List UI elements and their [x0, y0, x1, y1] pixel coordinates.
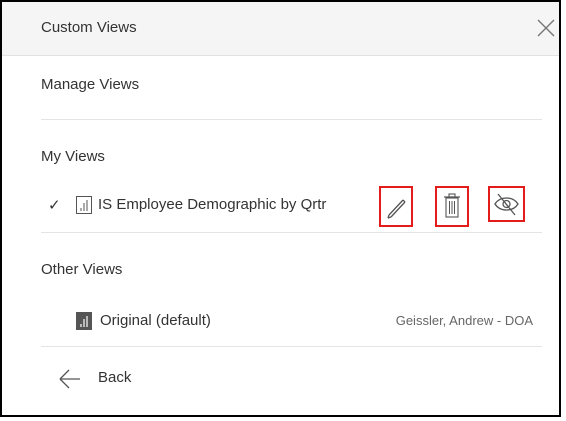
manage-views-label[interactable]: Manage Views — [41, 76, 139, 93]
back-label: Back — [98, 369, 132, 386]
dialog-header: Custom Views — [2, 2, 559, 56]
checkmark-icon: ✓ — [48, 197, 61, 214]
edit-pencil-icon — [387, 199, 406, 219]
other-view-name[interactable]: Original (default) — [100, 312, 211, 329]
close-icon[interactable] — [535, 17, 557, 39]
my-view-name[interactable]: IS Employee Demographic by Qrtr — [98, 196, 326, 213]
back-button[interactable]: Back — [58, 367, 131, 391]
custom-views-dialog: Custom Views Manage Views My Views ✓ IS … — [0, 0, 561, 417]
arrow-left-icon — [59, 369, 80, 389]
divider — [41, 119, 542, 120]
delete-trash-icon — [444, 193, 460, 218]
hide-view-button[interactable] — [488, 186, 525, 222]
delete-view-button[interactable] — [435, 186, 469, 227]
dialog-title: Custom Views — [41, 19, 137, 36]
view-owner: Geissler, Andrew - DOA — [395, 313, 533, 328]
other-views-heading: Other Views — [41, 261, 123, 278]
divider — [41, 346, 542, 347]
my-views-heading: My Views — [41, 148, 105, 165]
edit-view-button[interactable] — [379, 186, 413, 227]
sheet-icon-filled — [76, 312, 92, 330]
sheet-icon — [76, 196, 92, 214]
divider — [41, 232, 542, 233]
hide-eye-icon — [494, 193, 519, 216]
